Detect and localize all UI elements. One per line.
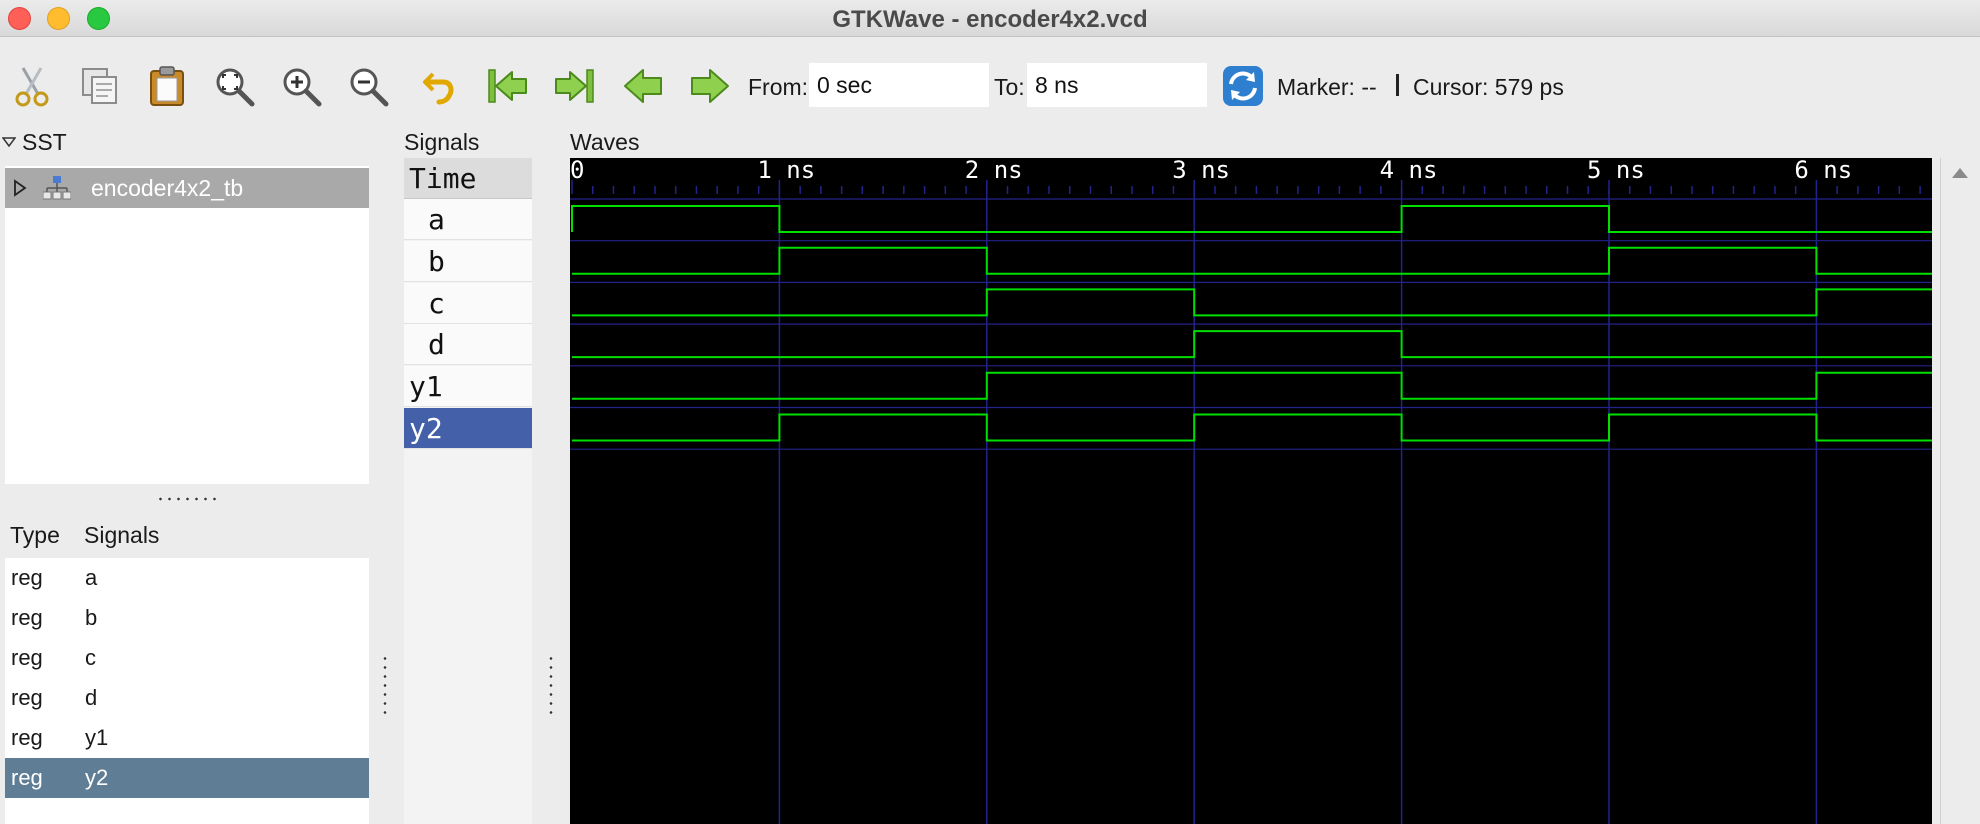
zoom-start-icon (488, 69, 527, 103)
pane-resize-handle[interactable] (382, 654, 388, 720)
list-item-type: reg (11, 605, 43, 630)
waveform-trace-c (572, 288, 1932, 317)
list-item-type: reg (11, 645, 43, 670)
signal-name: c (428, 287, 445, 320)
waveform-trace-b (572, 246, 1932, 275)
sst-collapse-triangle-icon[interactable] (2, 136, 16, 148)
waves-pane[interactable]: 0 1 ns 2 ns 3 ns 4 ns 5 ns 6 ns (570, 158, 1932, 824)
waveform-plot[interactable]: 0 1 ns 2 ns 3 ns 4 ns 5 ns 6 ns (570, 158, 1932, 824)
from-label: From: (748, 74, 809, 100)
prev-edge-button[interactable] (619, 62, 667, 110)
waves-pane-label: Waves (570, 129, 640, 155)
cut-icon (15, 67, 49, 107)
signal-name: d (428, 328, 445, 361)
pane-resize-handle[interactable] (548, 654, 554, 720)
toolbar: From: To: Marker: -- Cursor: 579 ps (0, 38, 1980, 136)
signal-row-y2[interactable]: y2 (404, 408, 532, 449)
zoom-out-button[interactable] (344, 62, 392, 110)
waveform-trace-d (572, 330, 1932, 359)
cursor-readout: Cursor: 579 ps (1413, 74, 1564, 100)
list-item-y1[interactable]: reg y1 (5, 718, 369, 758)
zoom-in-button[interactable] (277, 62, 325, 110)
zoom-end-icon (555, 69, 594, 103)
marker-readout: Marker: -- (1277, 74, 1377, 100)
toolbar-separator (1396, 74, 1399, 96)
tree-item-label: encoder4x2_tb (91, 174, 244, 201)
ruler-tick-label: 5 ns (1587, 158, 1645, 184)
signal-name: a (428, 203, 445, 236)
ruler-tick-label: 1 ns (757, 158, 815, 184)
hierarchy-icon (43, 176, 71, 200)
to-time-input[interactable] (1027, 63, 1207, 107)
signal-list[interactable]: reg a reg b reg c reg d reg y1 reg y2 (5, 558, 369, 824)
undo-zoom-button[interactable] (417, 62, 465, 110)
pane-resize-handle[interactable] (156, 496, 222, 502)
title-bar: GTKWave - encoder4x2.vcd (0, 0, 1980, 37)
copy-icon (82, 68, 117, 104)
next-edge-icon (691, 69, 729, 103)
list-item-b[interactable]: reg b (5, 598, 369, 638)
waveform-trace-a (571, 205, 1932, 233)
list-item-signal: y2 (85, 765, 109, 790)
list-item-type: reg (11, 765, 43, 790)
window-title: GTKWave - encoder4x2.vcd (832, 6, 1148, 33)
waveform-trace-y1 (572, 371, 1932, 400)
list-item-signal: d (85, 685, 98, 710)
ruler-tick-label: 0 (570, 158, 584, 184)
time-label: Time (409, 162, 477, 195)
reload-icon (1223, 66, 1263, 106)
signals-column-header: Signals (84, 522, 160, 548)
list-item-type: reg (11, 725, 43, 750)
waveform-trace-y2 (572, 413, 1932, 442)
ruler-tick-label: 2 ns (965, 158, 1023, 184)
signal-name: y1 (409, 370, 443, 403)
list-item-a[interactable]: reg a (5, 558, 369, 598)
list-item-type: reg (11, 565, 43, 590)
list-item-signal: a (85, 565, 98, 590)
reload-button[interactable] (1219, 62, 1267, 110)
list-item-c[interactable]: reg c (5, 638, 369, 678)
type-column-header: Type (10, 522, 60, 548)
signals-pane[interactable]: Time a b c d y1 y2 (404, 158, 532, 824)
cut-button[interactable] (8, 62, 56, 110)
tree-item-encoder4x2-tb[interactable]: encoder4x2_tb (5, 168, 369, 208)
expand-arrow-icon[interactable] (13, 179, 27, 197)
to-label: To: (994, 74, 1025, 100)
signal-name: y2 (409, 412, 443, 445)
paste-icon (150, 66, 184, 106)
zoom-in-icon (283, 68, 322, 107)
time-row: Time (404, 158, 532, 199)
signal-row-b[interactable]: b (404, 241, 532, 282)
zoom-fit-button[interactable] (210, 62, 258, 110)
list-item-signal: b (85, 605, 98, 630)
zoom-end-button[interactable] (550, 62, 598, 110)
signal-row-y1[interactable]: y1 (404, 366, 532, 407)
signal-row-a[interactable]: a (404, 199, 532, 240)
list-item-signal: c (85, 645, 96, 670)
undo-zoom-icon (423, 72, 454, 105)
sst-label: SST (22, 129, 67, 155)
paste-button[interactable] (143, 62, 191, 110)
ruler-tick-label: 4 ns (1380, 158, 1438, 184)
vertical-scrollbar[interactable] (1940, 158, 1980, 824)
signal-row-c[interactable]: c (404, 283, 532, 324)
from-time-input[interactable] (809, 63, 989, 107)
zoom-start-button[interactable] (484, 62, 532, 110)
signal-row-d[interactable]: d (404, 324, 532, 365)
list-item-d[interactable]: reg d (5, 678, 369, 718)
zoom-fit-icon (216, 68, 255, 107)
next-edge-button[interactable] (686, 62, 734, 110)
list-item-type: reg (11, 685, 43, 710)
ruler-tick-label: 6 ns (1794, 158, 1852, 184)
signals-pane-label: Signals (404, 129, 480, 155)
sst-tree[interactable]: encoder4x2_tb (5, 166, 369, 484)
prev-edge-icon (624, 69, 662, 103)
zoom-out-icon (350, 68, 389, 107)
list-item-signal: y1 (85, 725, 109, 750)
signal-name: b (428, 245, 445, 278)
copy-button[interactable] (76, 62, 124, 110)
scroll-up-arrow-icon[interactable] (1952, 168, 1968, 178)
list-item-y2[interactable]: reg y2 (5, 758, 369, 798)
ruler-tick-label: 3 ns (1172, 158, 1230, 184)
